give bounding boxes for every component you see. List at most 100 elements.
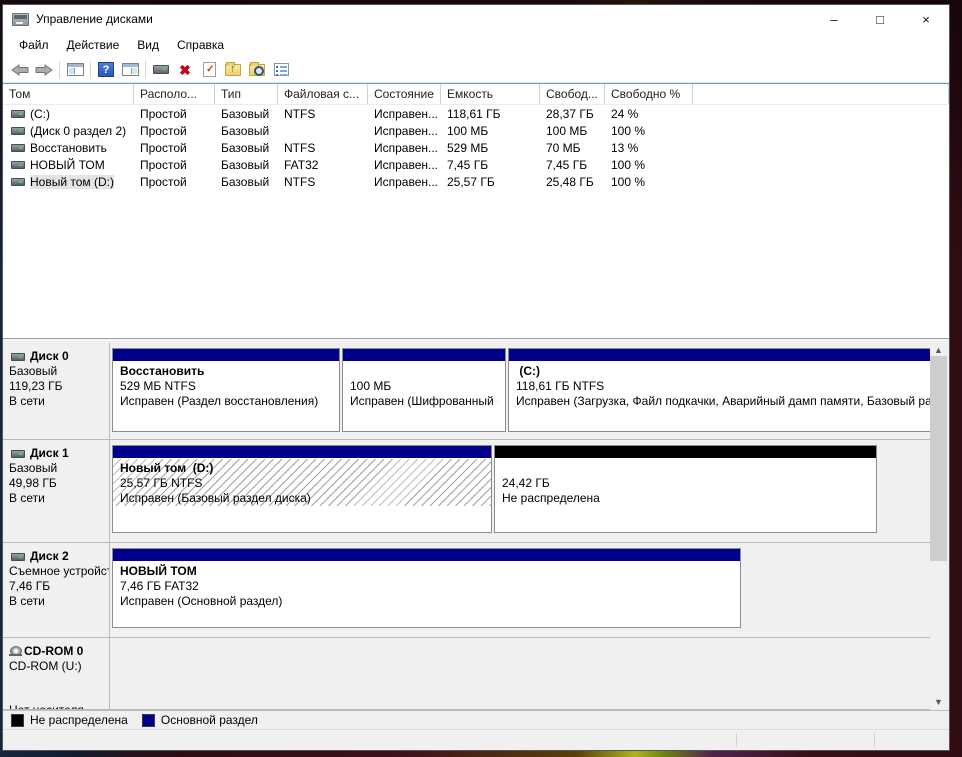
volume-list[interactable]: ТомРасполо...ТипФайловая с...СостояниеЕм… — [3, 83, 949, 339]
cell-capacity: 100 МБ — [441, 124, 540, 138]
column-header-2[interactable]: Тип — [215, 84, 278, 104]
delete-icon[interactable]: ✖ — [173, 59, 197, 81]
disk-info-line: В сети — [9, 491, 105, 506]
column-header-6[interactable]: Свобод... — [540, 84, 605, 104]
disk-title: Диск 2 — [9, 548, 105, 564]
cell-status: Исправен... — [368, 124, 441, 138]
scroll-down-arrow-icon[interactable]: ▼ — [930, 693, 947, 710]
partition-body: НОВЫЙ ТОМ7,46 ГБ FAT32Исправен (Основной… — [113, 562, 740, 609]
column-header-7[interactable]: Свободно % — [605, 84, 693, 104]
partition-color-band — [113, 549, 740, 562]
toolbar-separator — [59, 61, 60, 79]
title-bar: Управление дисками – □ × — [3, 5, 949, 33]
partition-size: 118,61 ГБ NTFS — [516, 379, 930, 394]
disk-header-2[interactable]: Диск 2Съемное устройство7,46 ГБВ сети — [3, 543, 110, 637]
column-header-3[interactable]: Файловая с... — [278, 84, 368, 104]
volume-label: Восстановить — [30, 141, 107, 155]
partition-volume[interactable]: Новый том (D:)25,57 ГБ NTFSИсправен (Баз… — [112, 445, 492, 533]
menu-item-2[interactable]: Вид — [128, 35, 168, 55]
cell-fs: NTFS — [278, 175, 368, 189]
partition-name: НОВЫЙ ТОМ — [120, 564, 733, 579]
partition-volume[interactable]: 100 МБИсправен (Шифрованный (EFI) систем… — [342, 348, 506, 432]
cell-type: Базовый — [215, 175, 278, 189]
cell-layout: Простой — [134, 107, 215, 121]
partition-volume[interactable]: Восстановить529 МБ NTFSИсправен (Раздел … — [112, 348, 340, 432]
legend-item-0: Не распределена — [11, 713, 128, 727]
minimize-button[interactable]: – — [811, 5, 857, 33]
table-row[interactable]: (Диск 0 раздел 2)ПростойБазовыйИсправен.… — [3, 122, 949, 139]
partition-unallocated[interactable]: 24,42 ГБНе распределена — [494, 445, 877, 533]
column-header-0[interactable]: Том — [3, 84, 134, 104]
column-header-filler — [693, 84, 949, 104]
cell-free_pct: 24 % — [605, 107, 693, 121]
cell-free: 100 МБ — [540, 124, 605, 138]
disk-partitions-1: Новый том (D:)25,57 ГБ NTFSИсправен (Баз… — [110, 440, 930, 542]
partition-status: Исправен (Базовый раздел диска) — [120, 491, 484, 506]
disk-row-2: Диск 2Съемное устройство7,46 ГБВ сетиНОВ… — [3, 543, 930, 638]
column-header-1[interactable]: Располо... — [134, 84, 215, 104]
menu-item-3[interactable]: Справка — [168, 35, 233, 55]
disk-header-0[interactable]: Диск 0Базовый119,23 ГБВ сети — [3, 343, 110, 439]
folder-search-icon[interactable] — [245, 59, 269, 81]
cell-volume: (C:) — [3, 107, 134, 121]
cell-volume: (Диск 0 раздел 2) — [3, 124, 134, 138]
device-icon[interactable] — [149, 59, 173, 81]
menu-bar: ФайлДействиеВидСправка — [3, 33, 949, 57]
table-row[interactable]: Новый том (D:)ПростойБазовыйNTFSИсправен… — [3, 173, 949, 190]
disk-management-window: Управление дисками – □ × ФайлДействиеВид… — [2, 4, 950, 751]
partition-volume[interactable]: (C:)118,61 ГБ NTFSИсправен (Загрузка, Фа… — [508, 348, 930, 432]
cell-layout: Простой — [134, 124, 215, 138]
cell-type: Базовый — [215, 141, 278, 155]
disk-title: Диск 0 — [9, 348, 105, 364]
partition-color-band — [113, 349, 339, 362]
column-header-5[interactable]: Емкость — [441, 84, 540, 104]
scrollbar-thumb[interactable] — [930, 356, 947, 561]
cell-fs: NTFS — [278, 141, 368, 155]
maximize-button[interactable]: □ — [857, 5, 903, 33]
vertical-scrollbar[interactable]: ▲ ▼ — [930, 341, 947, 710]
close-button[interactable]: × — [903, 5, 949, 33]
cell-free_pct: 100 % — [605, 175, 693, 189]
toolbar-separator — [145, 61, 146, 79]
table-row[interactable]: ВосстановитьПростойБазовыйNTFSИсправен..… — [3, 139, 949, 156]
disk-row-3: CD-ROM 0CD-ROM (U:) Нет носителя — [3, 638, 930, 710]
action-pane-icon[interactable] — [118, 59, 142, 81]
partition-color-band — [113, 446, 491, 459]
checklist-icon[interactable] — [269, 59, 293, 81]
disk-header-3[interactable]: CD-ROM 0CD-ROM (U:) Нет носителя — [3, 638, 110, 709]
console-tree-icon[interactable] — [63, 59, 87, 81]
forward-icon[interactable] — [32, 59, 56, 81]
volume-list-header: ТомРасполо...ТипФайловая с...СостояниеЕм… — [3, 84, 949, 105]
table-row[interactable]: (C:)ПростойБазовыйNTFSИсправен...118,61 … — [3, 105, 949, 122]
partition-name — [350, 364, 498, 379]
check-document-icon[interactable] — [197, 59, 221, 81]
cell-status: Исправен... — [368, 175, 441, 189]
partition-volume[interactable]: НОВЫЙ ТОМ7,46 ГБ FAT32Исправен (Основной… — [112, 548, 741, 628]
volume-label: Новый том (D:) — [30, 175, 114, 189]
table-row[interactable]: НОВЫЙ ТОМПростойБазовыйFAT32Исправен...7… — [3, 156, 949, 173]
disk-info-line: 7,46 ГБ — [9, 579, 105, 594]
disk-info-line: CD-ROM (U:) — [9, 659, 105, 674]
cell-status: Исправен... — [368, 141, 441, 155]
disk-header-1[interactable]: Диск 1Базовый49,98 ГБВ сети — [3, 440, 110, 542]
partition-name: (C:) — [516, 364, 930, 379]
menu-item-0[interactable]: Файл — [10, 35, 58, 55]
menu-item-1[interactable]: Действие — [58, 35, 129, 55]
disk-row-0: Диск 0Базовый119,23 ГБВ сетиВосстановить… — [3, 343, 930, 440]
volume-icon — [11, 110, 25, 118]
partition-size: 7,46 ГБ FAT32 — [120, 579, 733, 594]
partition-size: 100 МБ — [350, 379, 498, 394]
disk-partitions-3 — [110, 638, 930, 709]
status-bar — [3, 729, 949, 750]
disk-info-line: 119,23 ГБ — [9, 379, 105, 394]
column-header-4[interactable]: Состояние — [368, 84, 441, 104]
disk-title: CD-ROM 0 — [9, 643, 105, 659]
cell-capacity: 529 МБ — [441, 141, 540, 155]
folder-up-icon[interactable] — [221, 59, 245, 81]
cell-volume: НОВЫЙ ТОМ — [3, 158, 134, 172]
cell-volume: Восстановить — [3, 141, 134, 155]
back-icon[interactable] — [8, 59, 32, 81]
partition-color-band — [343, 349, 505, 362]
help-icon[interactable]: ? — [94, 59, 118, 81]
cell-type: Базовый — [215, 158, 278, 172]
